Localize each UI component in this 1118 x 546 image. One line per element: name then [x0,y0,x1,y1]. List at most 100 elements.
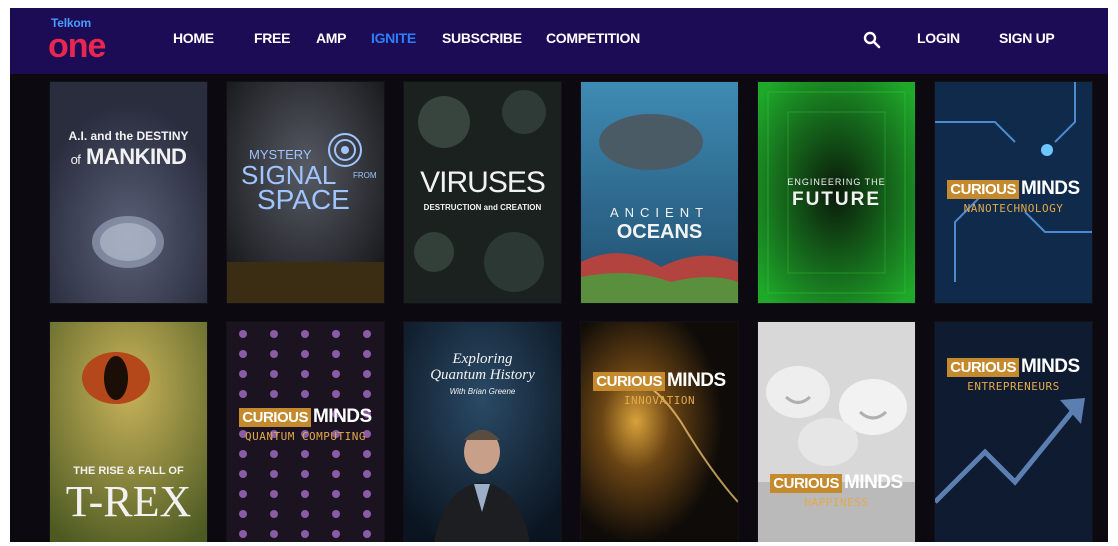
decor-dot [301,490,309,498]
decor-dot [301,530,309,538]
decor-dot [332,510,340,518]
decor-dot [363,370,371,378]
curious-label: CURIOUS [770,473,842,493]
decor-dot [270,390,278,398]
poster-art [50,82,207,303]
poster-title-line: FUTURE [791,189,882,210]
poster-viruses[interactable]: VIRUSES DESTRUCTION and CREATION [404,82,561,303]
decor-dot [239,350,247,358]
curious-label: CURIOUS [947,357,1019,377]
search-icon[interactable] [862,30,882,50]
minds-label: MINDS [1020,356,1080,377]
curious-minds-title: CURIOUS MINDS INNOVATION [581,370,738,407]
decor-dot [332,470,340,478]
poster-art [758,322,915,542]
episode-subtitle: ENTREPRENEURS [967,380,1060,393]
decor-dot [270,510,278,518]
decor-dot [332,490,340,498]
poster-curious-minds-quantum-computing[interactable]: CURIOUS MINDS QUANTUM COMPUTING [227,322,384,542]
curious-label: CURIOUS [593,371,665,391]
decor-dot [270,330,278,338]
decor-dot [239,490,247,498]
poster-title-line: of MANKIND [50,146,207,168]
decor-dot [301,350,309,358]
nav-home[interactable]: HOME [173,30,214,46]
decor-dot [239,510,247,518]
decor-dot [363,390,371,398]
decor-dot [332,370,340,378]
poster-title-main: MANKIND [86,144,187,169]
decor-dot [239,370,247,378]
decor-dot [363,330,371,338]
app-frame: Telkom one HOME FREE AMP IGNITE SUBSCRIB… [10,8,1108,542]
episode-subtitle: NANOTECHNOLOGY [963,202,1064,215]
poster-curious-minds-happiness[interactable]: CURIOUS MINDS HAPPINESS [758,322,915,542]
minds-label: MINDS [312,406,372,427]
decor-dot [363,470,371,478]
signup-link[interactable]: SIGN UP [999,30,1055,46]
decor-dot [270,450,278,458]
curious-label: CURIOUS [239,407,311,427]
poster-rise-fall-trex[interactable]: THE RISE & FALL OF T-REX [50,322,207,542]
curious-minds-title: CURIOUS MINDS QUANTUM COMPUTING [227,406,384,443]
decor-dot [239,390,247,398]
poster-exploring-quantum-history[interactable]: Exploring Quantum History With Brian Gre… [404,322,561,542]
telkom-one-logo[interactable]: Telkom one [48,14,138,68]
decor-dot [239,330,247,338]
nav-subscribe[interactable]: SUBSCRIBE [442,30,522,46]
decor-dot [332,390,340,398]
poster-ai-destiny-mankind[interactable]: A.I. and the DESTINY of MANKIND [50,82,207,303]
decor-dot [332,350,340,358]
decor-dot [301,390,309,398]
episode-subtitle: INNOVATION [623,394,696,407]
decor-dot [239,530,247,538]
poster-curious-minds-entrepreneurs[interactable]: CURIOUS MINDS ENTREPRENEURS [935,322,1092,542]
curious-minds-title: CURIOUS MINDS HAPPINESS [758,472,915,509]
poster-ancient-oceans[interactable]: ANCIENT OCEANS [581,82,738,303]
nav-competition[interactable]: COMPETITION [546,30,640,46]
decor-dot [270,370,278,378]
decor-dot [332,330,340,338]
decor-dot [363,350,371,358]
decor-dot [301,450,309,458]
decor-dot [270,350,278,358]
poster-title-line: VIRUSES [420,166,546,199]
decor-dot [270,530,278,538]
poster-title-line: FROM [353,171,377,180]
poster-art [935,322,1092,542]
decor-dot [301,510,309,518]
nav-free[interactable]: FREE [254,30,290,46]
poster-engineering-future[interactable]: ENGINEERING THE FUTURE [758,82,915,303]
decor-dot [239,470,247,478]
decor-dot [332,450,340,458]
poster-title-of: of [70,152,81,167]
poster-title-line: T-REX [65,477,192,526]
minds-label: MINDS [666,370,726,391]
poster-title-line: ANCIENT [609,205,710,220]
curious-minds-title: CURIOUS MINDS ENTREPRENEURS [935,356,1092,393]
minds-label: MINDS [843,472,903,493]
decor-dot [363,490,371,498]
decor-dot [332,530,340,538]
poster-title-line: Quantum History [430,367,535,383]
decor-dot [301,470,309,478]
poster-title-line: SPACE [257,184,350,215]
nav-amp[interactable]: AMP [316,30,347,46]
poster-curious-minds-nanotechnology[interactable]: CURIOUS MINDS NANOTECHNOLOGY [935,82,1092,303]
minds-label: MINDS [1020,178,1080,199]
decor-dot [239,450,247,458]
login-link[interactable]: LOGIN [917,30,960,46]
decor-dot [270,470,278,478]
episode-subtitle: QUANTUM COMPUTING [244,430,367,443]
decor-dot [363,450,371,458]
poster-title-line: OCEANS [616,221,703,243]
decor-dot [363,510,371,518]
poster-title-line: A.I. and the DESTINY [68,129,189,143]
decor-dot [301,370,309,378]
poster-mystery-signal-space[interactable]: MYSTERY SIGNAL FROM SPACE [227,82,384,303]
decor-dot [270,490,278,498]
poster-curious-minds-innovation[interactable]: CURIOUS MINDS INNOVATION [581,322,738,542]
decor-dot [363,530,371,538]
nav-ignite[interactable]: IGNITE [371,30,416,46]
episode-subtitle: HAPPINESS [804,496,869,509]
